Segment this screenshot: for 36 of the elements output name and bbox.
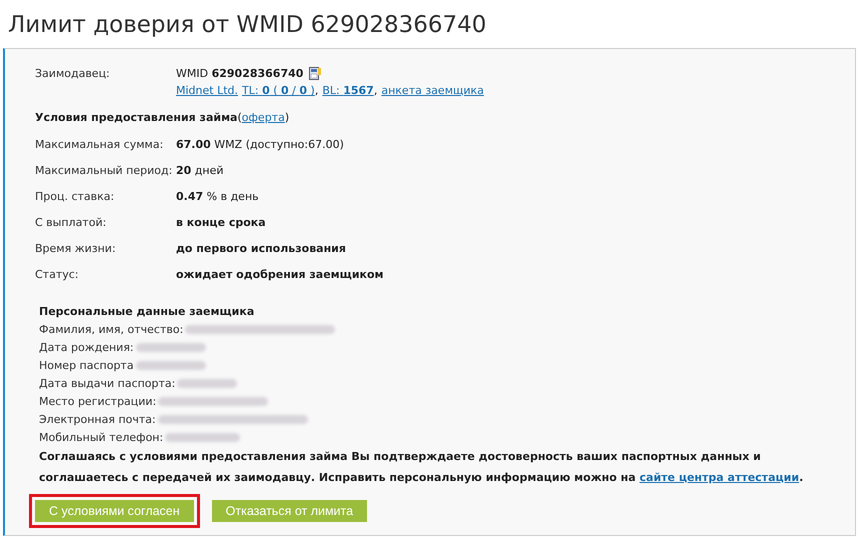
field-label: Проц. ставка: xyxy=(35,190,116,203)
offer-link[interactable]: оферта xyxy=(242,111,285,124)
field-label: Время жизни: xyxy=(35,242,117,255)
field-value: до первого использования xyxy=(176,242,346,255)
field-value: 0.47 % в день xyxy=(176,190,259,203)
field-label: Дата рождения: xyxy=(39,340,134,354)
field-label: Номер паспорта xyxy=(39,358,134,372)
consent-text: Соглашаясь с условиями предоставления займа Вы подтверждаете достоверность ваших паспортных данных и соглашаетесь с передачей их заимодавцу. Исправить персональную информацию можно на сайте центра аттестации. xyxy=(39,449,804,486)
document-icon xyxy=(309,67,322,80)
section-heading: Условия предоставления займа xyxy=(35,111,238,124)
field-label: Электронная почта: xyxy=(39,412,156,426)
lender-wmid: WMID 629028366740 xyxy=(176,67,304,80)
bracket: ( xyxy=(238,111,242,124)
lender-link[interactable]: TL: 0 ( 0 / 0 ) xyxy=(242,84,315,97)
lender-link[interactable]: анкета заемщика xyxy=(381,84,484,97)
lender-link[interactable]: BL: 1567 xyxy=(322,84,374,97)
field-value: 20 дней xyxy=(176,164,224,177)
page-title: Лимит доверия от WMID 629028366740 xyxy=(7,11,488,40)
lender-link[interactable]: Midnet Ltd. xyxy=(176,84,238,97)
section-heading: Персональные данные заемщика xyxy=(39,304,254,318)
field-label: Максимальная сумма: xyxy=(35,138,164,151)
field-label: Фамилия, имя, отчество: xyxy=(39,322,184,336)
separator: , xyxy=(374,84,378,97)
attestation-link[interactable]: сайте центра аттестации xyxy=(640,471,800,484)
field-label: Место регистрации: xyxy=(39,394,156,408)
separator: , xyxy=(314,84,318,97)
field-value: в конце срока xyxy=(176,216,266,229)
field-label: Дата выдачи паспорта: xyxy=(39,376,176,390)
field-value: ожидает одобрения заемщиком xyxy=(176,268,384,281)
field-label: Статус: xyxy=(35,268,80,281)
field-label: Заимодавец: xyxy=(35,67,111,80)
bracket: ) xyxy=(284,111,290,124)
field-value: 67.00 WMZ (доступно:67.00) xyxy=(176,138,344,151)
field-label: Максимальный период: xyxy=(35,164,174,177)
field-label: Мобильный телефон: xyxy=(39,430,164,444)
field-label: С выплатой: xyxy=(35,216,108,229)
